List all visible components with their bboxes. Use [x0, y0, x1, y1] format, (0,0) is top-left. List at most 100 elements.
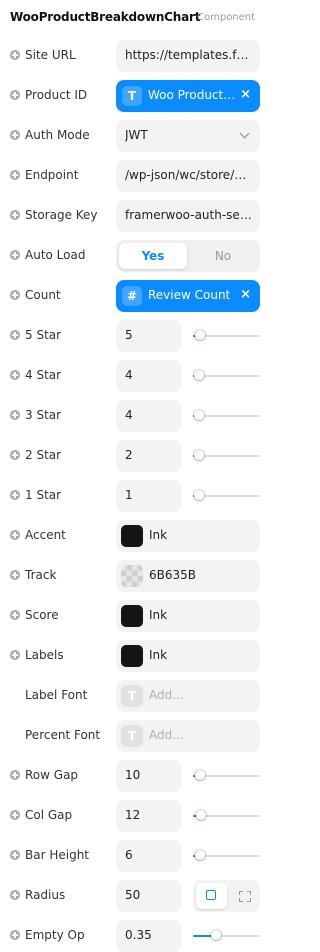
plus-circle-icon[interactable] — [10, 610, 20, 620]
one-star-value: 1 — [125, 488, 133, 502]
slider-handle[interactable] — [194, 410, 204, 420]
prop-label: 3 Star — [25, 408, 62, 422]
prop-row-labels: Labels Ink — [0, 640, 267, 672]
labels-color-picker[interactable]: Ink — [116, 640, 260, 672]
endpoint-input[interactable]: /wp-json/wc/store/v1/products — [116, 160, 260, 192]
slider-handle[interactable] — [195, 770, 205, 780]
slider-handle[interactable] — [196, 810, 206, 820]
radius-number-input[interactable]: 50 — [116, 880, 182, 912]
prop-label: Track — [25, 568, 57, 582]
label-font-placeholder: Add... — [149, 688, 184, 702]
font-icon: T — [121, 685, 143, 707]
storage-key-input[interactable]: framerwoo-auth-session — [116, 200, 260, 232]
plus-circle-icon[interactable] — [10, 370, 20, 380]
prop-label: Accent — [25, 528, 66, 542]
prop-row-endpoint: Endpoint /wp-json/wc/store/v1/products — [0, 160, 267, 192]
endpoint-value: /wp-json/wc/store/v1/products — [125, 168, 253, 182]
prop-label: Percent Font — [25, 728, 101, 742]
bar-height-number-input[interactable]: 6 — [116, 840, 182, 872]
plus-circle-icon[interactable] — [10, 490, 20, 500]
slider-handle[interactable] — [194, 490, 204, 500]
chevron-down-icon — [239, 128, 250, 139]
plus-circle-icon[interactable] — [10, 250, 20, 260]
prop-label: 1 Star — [25, 488, 62, 502]
slider-handle[interactable] — [195, 850, 205, 860]
auto-load-toggle: Yes No — [116, 240, 260, 272]
plus-circle-icon[interactable] — [10, 330, 20, 340]
font-icon: T — [121, 725, 143, 747]
plus-circle-icon[interactable] — [10, 810, 20, 820]
score-color-picker[interactable]: Ink — [116, 600, 260, 632]
prop-row-auto-load: Auto Load Yes No — [0, 240, 267, 272]
plus-circle-icon[interactable] — [10, 570, 20, 580]
plus-circle-icon[interactable] — [10, 410, 20, 420]
prop-row-auth-mode: Auth Mode JWT — [0, 120, 267, 152]
five-star-number-input[interactable]: 5 — [116, 320, 182, 352]
component-title: WooProductBreakdownChart — [10, 10, 201, 24]
col-gap-value: 12 — [125, 808, 141, 822]
slider-handle[interactable] — [211, 930, 221, 940]
storage-key-value: framerwoo-auth-session — [125, 208, 253, 222]
auth-mode-select[interactable]: JWT — [116, 120, 260, 152]
bar-height-slider[interactable] — [193, 850, 260, 860]
three-star-slider[interactable] — [193, 410, 260, 420]
plus-circle-icon[interactable] — [10, 890, 20, 900]
plus-circle-icon[interactable] — [10, 210, 20, 220]
slider-handle[interactable] — [194, 370, 204, 380]
three-star-value: 4 — [125, 408, 133, 422]
plus-circle-icon[interactable] — [10, 650, 20, 660]
col-gap-number-input[interactable]: 12 — [116, 800, 182, 832]
row-gap-number-input[interactable]: 10 — [116, 760, 182, 792]
empty-op-slider[interactable] — [193, 930, 260, 940]
one-star-slider[interactable] — [193, 490, 260, 500]
two-star-number-input[interactable]: 2 — [116, 440, 182, 472]
slider-handle[interactable] — [195, 330, 205, 340]
plus-circle-icon[interactable] — [10, 170, 20, 180]
plus-circle-icon[interactable] — [10, 530, 20, 540]
prop-label: Labels — [25, 648, 64, 662]
plus-circle-icon[interactable] — [10, 50, 20, 60]
accent-color-picker[interactable]: Ink — [116, 520, 260, 552]
close-icon[interactable]: × — [240, 87, 251, 102]
empty-op-number-input[interactable]: 0.35 — [116, 920, 182, 952]
four-star-slider[interactable] — [193, 370, 260, 380]
col-gap-slider[interactable] — [193, 810, 260, 820]
plus-circle-icon[interactable] — [10, 290, 20, 300]
close-icon[interactable]: × — [240, 287, 251, 302]
site-url-value: https://templates.framer.website — [125, 48, 253, 62]
plus-circle-icon[interactable] — [10, 130, 20, 140]
plus-circle-icon[interactable] — [10, 770, 20, 780]
slider-handle[interactable] — [194, 450, 204, 460]
label-font-picker[interactable]: T Add... — [116, 680, 260, 712]
prop-row-row-gap: Row Gap 10 — [0, 760, 267, 792]
prop-row-bar-height: Bar Height 6 — [0, 840, 267, 872]
all-corners-icon[interactable] — [196, 883, 227, 909]
prop-label: 4 Star — [25, 368, 62, 382]
individual-corners-icon[interactable] — [233, 883, 257, 909]
count-variable[interactable]: # Review Count × — [116, 280, 260, 312]
radius-mode-toggle — [193, 880, 260, 912]
auto-load-yes[interactable]: Yes — [119, 243, 187, 269]
five-star-slider[interactable] — [193, 330, 260, 340]
prop-label: Auto Load — [25, 248, 86, 262]
auto-load-no[interactable]: No — [189, 243, 257, 269]
track-swatch — [121, 565, 143, 587]
two-star-slider[interactable] — [193, 450, 260, 460]
track-color-picker[interactable]: 6B635B — [116, 560, 260, 592]
plus-circle-icon[interactable] — [10, 930, 20, 940]
count-value: Review Count — [148, 288, 231, 302]
plus-circle-icon[interactable] — [10, 90, 20, 100]
four-star-number-input[interactable]: 4 — [116, 360, 182, 392]
prop-row-label-font: Label Font T Add... — [0, 680, 267, 712]
product-id-variable[interactable]: T Woo Product ID × — [116, 80, 260, 112]
prop-label: Site URL — [25, 48, 76, 62]
plus-circle-icon[interactable] — [10, 850, 20, 860]
plus-circle-icon[interactable] — [10, 450, 20, 460]
row-gap-slider[interactable] — [193, 770, 260, 780]
percent-font-picker[interactable]: T Add... — [116, 720, 260, 752]
accent-value: Ink — [149, 528, 168, 542]
labels-value: Ink — [149, 648, 168, 662]
one-star-number-input[interactable]: 1 — [116, 480, 182, 512]
site-url-input[interactable]: https://templates.framer.website — [116, 40, 260, 72]
three-star-number-input[interactable]: 4 — [116, 400, 182, 432]
